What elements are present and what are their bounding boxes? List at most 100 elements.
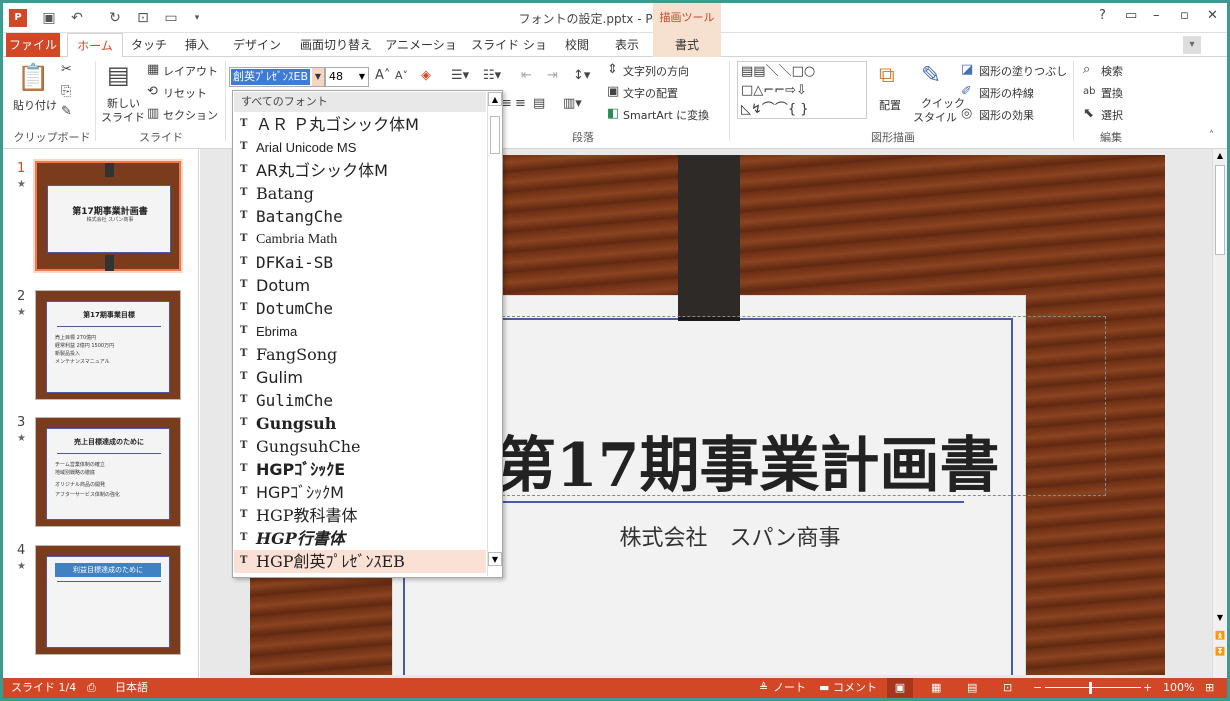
font-item-label[interactable]: HGP行書体 [256, 528, 345, 550]
collapse-ribbon-icon[interactable]: ˄ [1209, 129, 1214, 143]
font-item[interactable]: T GungsuhChe [234, 435, 486, 458]
tab-home[interactable]: ホーム [67, 33, 123, 58]
notes-icon[interactable]: ≜ [759, 678, 768, 698]
cut-icon[interactable]: ✂ [61, 63, 72, 77]
font-item-label[interactable]: FangSong [256, 344, 337, 366]
arrange-button[interactable]: 配置 [879, 97, 901, 113]
font-item[interactable]: T FangSong [234, 343, 486, 366]
shape-fill-button[interactable]: 図形の塗りつぶし [979, 63, 1067, 79]
scroll-down-icon[interactable]: ▼ [488, 552, 502, 566]
columns-icon[interactable]: ▥▾ [563, 97, 582, 111]
shape-effects-button[interactable]: 図形の効果 [979, 107, 1034, 123]
font-item-label[interactable]: DFKai-SB [256, 252, 333, 274]
font-item-label[interactable]: BatangChe [256, 206, 343, 228]
tab-touch[interactable]: タッチ [129, 33, 169, 57]
tab-transitions[interactable]: 画面切り替え [295, 33, 377, 57]
shapes-gallery[interactable]: ▤▤＼＼□○ □△⌐⌐⇨⇩ ◺↯⌒⌒{ } [737, 61, 867, 119]
font-item[interactable]: T Dotum [234, 274, 486, 297]
slide-thumbnail-3[interactable]: 売上目標達成のために チーム営業体制の確立 地域別戦略の徹底 オリジナル商品の開… [35, 417, 181, 527]
font-item[interactable]: T Gulim [234, 366, 486, 389]
font-item-label[interactable]: HGPｺﾞｼｯｸM [256, 482, 344, 504]
tab-review[interactable]: 校閲 [559, 33, 595, 57]
tab-file[interactable]: ファイル [6, 33, 60, 57]
previous-slide-icon[interactable]: ⏫ [1213, 629, 1227, 643]
clear-formatting-icon[interactable]: ◈ [421, 69, 431, 83]
tab-design[interactable]: デザイン [229, 33, 285, 57]
font-item-label[interactable]: GungsuhChe [256, 436, 360, 458]
arrange-icon[interactable]: ⧉ [879, 63, 895, 89]
increase-indent-icon[interactable]: ⇥ [547, 69, 558, 83]
grow-font-icon[interactable]: A˄ [375, 69, 390, 83]
font-item-label[interactable]: Gungsuh [256, 413, 336, 435]
ribbon-display-icon[interactable]: ▭ [1125, 8, 1137, 23]
justify-icon[interactable]: ▤ [533, 97, 545, 111]
section-button[interactable]: セクション [163, 107, 218, 123]
font-item-label[interactable]: HGPｺﾞｼｯｸE [256, 459, 345, 481]
zoom-level[interactable]: 100% [1163, 678, 1194, 698]
font-size-value[interactable]: 48 [329, 70, 343, 83]
text-direction-button[interactable]: 文字列の方向 [623, 63, 689, 79]
spellcheck-icon[interactable]: ⎙ [87, 678, 96, 698]
help-icon[interactable]: ? [1099, 8, 1106, 23]
zoom-slider-thumb[interactable] [1089, 682, 1092, 694]
font-item-label[interactable]: AR丸ゴシック体M [256, 160, 388, 182]
scroll-up-icon[interactable]: ▲ [488, 92, 502, 106]
paste-icon[interactable]: 📋 [17, 63, 49, 93]
comments-icon[interactable]: ▬ [819, 678, 829, 698]
slide-thumbnail-4[interactable]: 利益目標達成のために [35, 545, 181, 655]
font-item-label[interactable]: Cambria Math [256, 229, 337, 251]
new-slide-label-2[interactable]: スライド [101, 109, 145, 125]
font-name-combobox[interactable]: 創英ﾌﾟﾚｾﾞﾝｽEB ▼ [229, 67, 325, 87]
font-item-label[interactable]: Ebrima [256, 321, 297, 343]
smartart-button[interactable]: SmartArt に変換 [623, 107, 709, 123]
fit-slide-icon[interactable]: ⊞ [1205, 678, 1214, 698]
maximize-icon[interactable]: ▫ [1180, 8, 1189, 23]
font-item[interactable]: T BatangChe [234, 205, 486, 228]
replace-button[interactable]: 置換 [1101, 85, 1123, 101]
font-item[interactable]: T Ebrima [234, 320, 486, 343]
numbering-icon[interactable]: ☷▾ [483, 69, 501, 83]
slideshow-view-icon[interactable]: ⊡ [1003, 678, 1012, 698]
scroll-up-icon[interactable]: ▲ [1213, 149, 1227, 163]
font-dropdown-list[interactable]: すべてのフォント T ＡＲ Ｐ丸ゴシック体M T Arial Unicode MS … [232, 90, 503, 578]
quick-styles-label-2[interactable]: スタイル [913, 109, 957, 125]
shape-outline-button[interactable]: 図形の枠線 [979, 85, 1034, 101]
align-text-button[interactable]: 文字の配置 [623, 85, 678, 101]
font-item-label[interactable]: Gulim [256, 367, 303, 389]
bullets-icon[interactable]: ☰▾ [451, 69, 469, 83]
account-avatar[interactable]: ▾ [1183, 36, 1201, 54]
slide-subtitle[interactable]: 株式会社 スパン商事 [530, 520, 930, 552]
next-slide-icon[interactable]: ⏬ [1213, 645, 1227, 659]
language-indicator[interactable]: 日本語 [115, 678, 148, 698]
minimize-icon[interactable]: – [1153, 8, 1160, 23]
font-item[interactable]: T Arial Unicode MS [234, 136, 486, 159]
font-item-label[interactable]: GulimChe [256, 390, 333, 412]
decrease-indent-icon[interactable]: ⇤ [521, 69, 532, 83]
zoom-slider[interactable] [1045, 687, 1141, 688]
font-item[interactable]: T HGPｺﾞｼｯｸE [234, 458, 486, 481]
font-item[interactable]: T Gungsuh [234, 412, 486, 435]
slide-sorter-icon[interactable]: ▦ [931, 678, 941, 698]
scroll-thumb[interactable] [490, 116, 500, 154]
slide-thumbnail-1[interactable]: 第17期事業計画書 株式会社 スパン商事 [33, 159, 183, 273]
size-dropdown-icon[interactable]: ▼ [356, 68, 368, 86]
select-button[interactable]: 選択 [1101, 107, 1123, 123]
font-item[interactable]: T Cambria Math [234, 228, 486, 251]
copy-icon[interactable]: ⎘ [61, 85, 71, 99]
normal-view-icon[interactable]: ▣ [887, 678, 913, 698]
vertical-scrollbar[interactable]: ▲ ▼ ⏫ ⏬ [1212, 149, 1227, 678]
quick-styles-icon[interactable]: ✎ [921, 61, 941, 89]
font-dropdown-icon[interactable]: ▼ [312, 68, 324, 86]
font-item[interactable]: T DFKai-SB [234, 251, 486, 274]
zoom-out-icon[interactable]: − [1033, 678, 1042, 698]
font-item-label[interactable]: Arial Unicode MS [256, 137, 356, 159]
new-slide-icon[interactable]: ▤ [107, 61, 130, 89]
format-painter-icon[interactable]: ✎ [61, 105, 72, 119]
font-item[interactable]: T HGP教科書体 [234, 504, 486, 527]
tab-view[interactable]: 表示 [609, 33, 645, 57]
font-item[interactable]: T HGP行書体 [234, 527, 486, 550]
font-item[interactable]: T DotumChe [234, 297, 486, 320]
scroll-thumb[interactable] [1215, 165, 1225, 255]
align-right-icon[interactable]: ≡ [515, 97, 526, 111]
font-item-label[interactable]: HGP創英ﾌﾟﾚｾﾞﾝｽEB [256, 551, 405, 573]
